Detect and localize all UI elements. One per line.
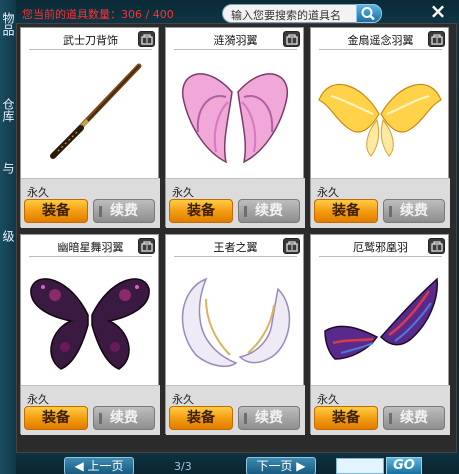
renew-button[interactable]: 续费	[93, 199, 155, 223]
equip-button[interactable]: 装备	[169, 199, 233, 223]
renew-button[interactable]: 续费	[238, 199, 300, 223]
item-duration: 永久	[172, 186, 194, 199]
page-indicator: 3/3	[174, 460, 192, 473]
equip-button[interactable]: 装备	[24, 199, 88, 223]
next-page-label: 下一页	[256, 459, 293, 473]
left-tab-4[interactable]: 级	[0, 226, 16, 246]
item-detail-icon[interactable]	[283, 238, 300, 254]
item-count-label: 您当前的道具数量：306 / 400	[22, 8, 174, 21]
item-footer: 永久 装备 续费	[21, 178, 160, 228]
item-card[interactable]: 厄鹫邪凰羽 永久 装备 续费	[310, 234, 450, 435]
title-divider	[319, 49, 442, 50]
golden-wings-icon	[311, 52, 450, 172]
close-button[interactable]: ×	[428, 1, 448, 21]
title-divider	[174, 256, 297, 257]
equip-button[interactable]: 装备	[314, 199, 378, 223]
item-card[interactable]: 涟漪羽翼 永久 装备 续费	[165, 27, 305, 228]
item-card[interactable]: 王者之翼 永久 装备 续费	[165, 234, 305, 435]
search-button[interactable]	[356, 4, 382, 23]
left-tab-warehouse[interactable]: 仓库	[0, 90, 16, 130]
renew-button[interactable]: 续费	[383, 406, 445, 430]
item-detail-icon[interactable]	[428, 31, 445, 47]
white-wings-icon	[166, 259, 305, 379]
left-tab-3[interactable]: 与	[0, 158, 16, 178]
search-icon	[361, 7, 375, 21]
page-number-input[interactable]	[336, 458, 384, 474]
item-detail-icon[interactable]	[138, 238, 155, 254]
item-detail-icon[interactable]	[138, 31, 155, 47]
item-footer: 永久 装备 续费	[166, 178, 305, 228]
item-card[interactable]: 金扇遥念羽翼 永久 装备 续费	[310, 27, 450, 228]
go-button[interactable]: GO	[386, 457, 422, 474]
left-tab-strip: 物品 仓库 与 级	[0, 0, 16, 474]
item-footer: 永久 装备 续费	[166, 385, 305, 435]
equip-button[interactable]: 装备	[314, 406, 378, 430]
inventory-panel: 物品 仓库 与 级 您当前的道具数量：306 / 400 输入您要搜索的道具名 …	[0, 0, 459, 474]
equip-button[interactable]: 装备	[24, 406, 88, 430]
title-divider	[29, 256, 152, 257]
item-card[interactable]: 幽暗星舞羽翼 永久 装备 续费	[20, 234, 160, 435]
item-duration: 永久	[27, 393, 49, 406]
item-footer: 永久 装备 续费	[21, 385, 160, 435]
item-card[interactable]: 武士刀背饰 永久 装备 续费	[20, 27, 160, 228]
item-grid: 武士刀背饰 永久 装备 续费 涟漪羽翼 永久 装备 续费 金扇遥念羽翼 永久 装…	[16, 23, 457, 453]
prev-page-button[interactable]: ◀ 上一页	[64, 457, 134, 474]
next-arrow-icon: ▶	[292, 459, 306, 473]
pagination-bar: ◀ 上一页 3/3 下一页 ▶ GO	[16, 453, 459, 474]
item-duration: 永久	[172, 393, 194, 406]
katana-icon	[21, 52, 160, 172]
prev-arrow-icon: ◀	[74, 459, 88, 473]
next-page-button[interactable]: 下一页 ▶	[246, 457, 316, 474]
title-divider	[319, 256, 442, 257]
equip-button[interactable]: 装备	[169, 406, 233, 430]
item-duration: 永久	[27, 186, 49, 199]
item-footer: 永久 装备 续费	[311, 178, 450, 228]
renew-button[interactable]: 续费	[383, 199, 445, 223]
pink-wings-icon	[166, 52, 305, 172]
item-detail-icon[interactable]	[428, 238, 445, 254]
title-divider	[29, 49, 152, 50]
item-duration: 永久	[317, 186, 339, 199]
renew-button[interactable]: 续费	[93, 406, 155, 430]
title-divider	[174, 49, 297, 50]
item-footer: 永久 装备 续费	[311, 385, 450, 435]
left-tab-items[interactable]: 物品	[0, 4, 16, 44]
item-detail-icon[interactable]	[283, 31, 300, 47]
prev-page-label: 上一页	[87, 459, 124, 473]
renew-button[interactable]: 续费	[238, 406, 300, 430]
dark-butterfly-wings-icon	[21, 259, 160, 379]
phoenix-wings-icon	[311, 259, 450, 379]
item-duration: 永久	[317, 393, 339, 406]
